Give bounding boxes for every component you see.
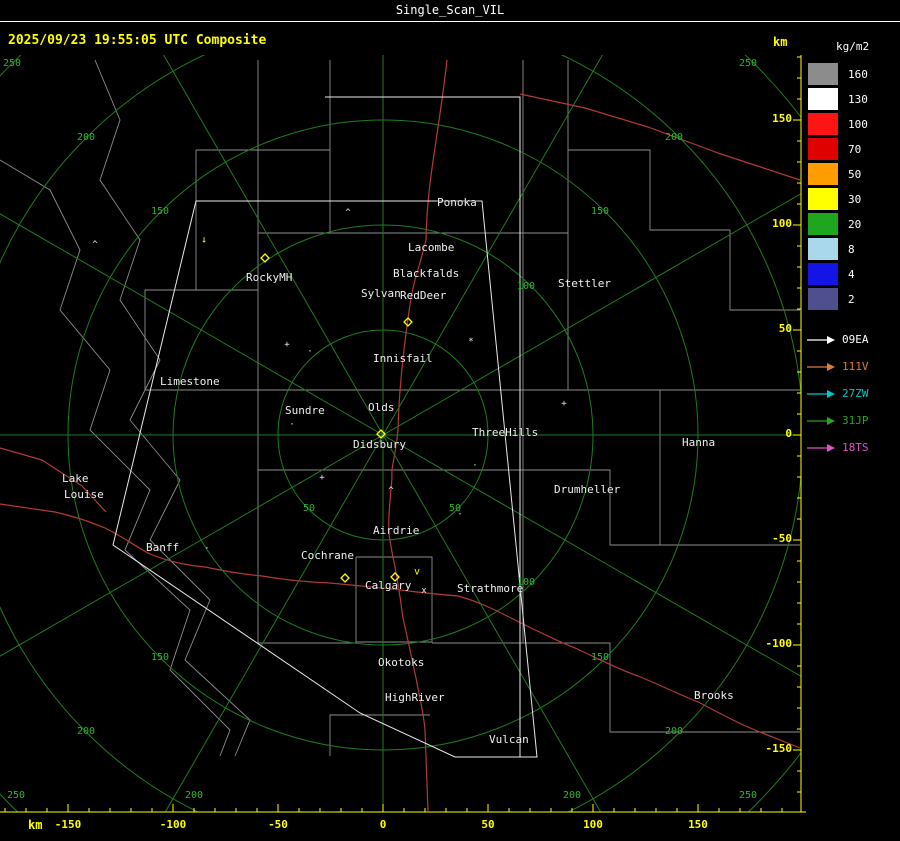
radar-legend-item: 111V	[806, 353, 900, 380]
legend-swatch	[808, 213, 838, 235]
radar-arrow-icon	[807, 416, 835, 425]
legend-entry: 130	[808, 88, 900, 110]
radar-legend-item: 18TS	[806, 434, 900, 461]
scale-bars	[0, 55, 806, 813]
radar-id-label: 111V	[842, 360, 869, 373]
legend-value: 2	[848, 292, 855, 306]
radar-legend-item: 27ZW	[806, 380, 900, 407]
legend-value: 4	[848, 267, 855, 281]
radar-id-label: 31JP	[842, 414, 869, 427]
legend-value: 70	[848, 142, 862, 156]
legend-entry: 8	[808, 238, 900, 260]
legend-entry: 2	[808, 288, 900, 310]
legend-entry: 4	[808, 263, 900, 285]
legend-swatch	[808, 163, 838, 185]
legend-panel: kg/m2 160 130 100 70 50 30 20 8 4 2 09EA 111V 27ZW 3…	[802, 40, 900, 461]
legend-swatch	[808, 63, 838, 85]
range-rings	[0, 55, 801, 812]
legend-entry: 70	[808, 138, 900, 160]
range-ring	[0, 55, 801, 812]
radar-arrow-icon	[807, 389, 835, 398]
radar-id-legend: 09EA 111V 27ZW 31JP 18TS	[802, 326, 900, 461]
radar-arrow-icon	[807, 335, 835, 344]
legend-value: 160	[848, 67, 868, 81]
radar-legend-item: 09EA	[806, 326, 900, 353]
radar-legend-item: 31JP	[806, 407, 900, 434]
legend-value: 30	[848, 192, 862, 206]
legend-swatch	[808, 88, 838, 110]
legend-value: 20	[848, 217, 862, 231]
legend-value: 8	[848, 242, 855, 256]
legend-swatch	[808, 263, 838, 285]
legend-entry: 100	[808, 113, 900, 135]
legend-entry: 160	[808, 63, 900, 85]
legend-swatch	[808, 288, 838, 310]
radar-id-label: 09EA	[842, 333, 869, 346]
radar-coverage-outline	[112, 96, 538, 758]
county-boundaries	[0, 59, 800, 757]
radar-site-marker	[340, 573, 350, 583]
radar-application: Single_Scan_VIL 2025/09/23 19:55:05 UTC …	[0, 0, 900, 841]
color-scale: 160 130 100 70 50 30 20 8 4 2	[802, 63, 900, 310]
legend-value: 50	[848, 167, 862, 181]
range-ring	[0, 55, 801, 812]
legend-unit-label: kg/m2	[836, 40, 870, 53]
radar-map[interactable]	[0, 0, 900, 841]
legend-entry: 50	[808, 163, 900, 185]
legend-value: 100	[848, 117, 868, 131]
legend-swatch	[808, 188, 838, 210]
radar-id-label: 27ZW	[842, 387, 869, 400]
legend-swatch	[808, 238, 838, 260]
legend-value: 130	[848, 92, 868, 106]
legend-entry: 30	[808, 188, 900, 210]
radar-arrow-icon	[807, 362, 835, 371]
radar-arrow-icon	[807, 443, 835, 452]
legend-swatch	[808, 113, 838, 135]
legend-swatch	[808, 138, 838, 160]
legend-entry: 20	[808, 213, 900, 235]
radar-id-label: 18TS	[842, 441, 869, 454]
